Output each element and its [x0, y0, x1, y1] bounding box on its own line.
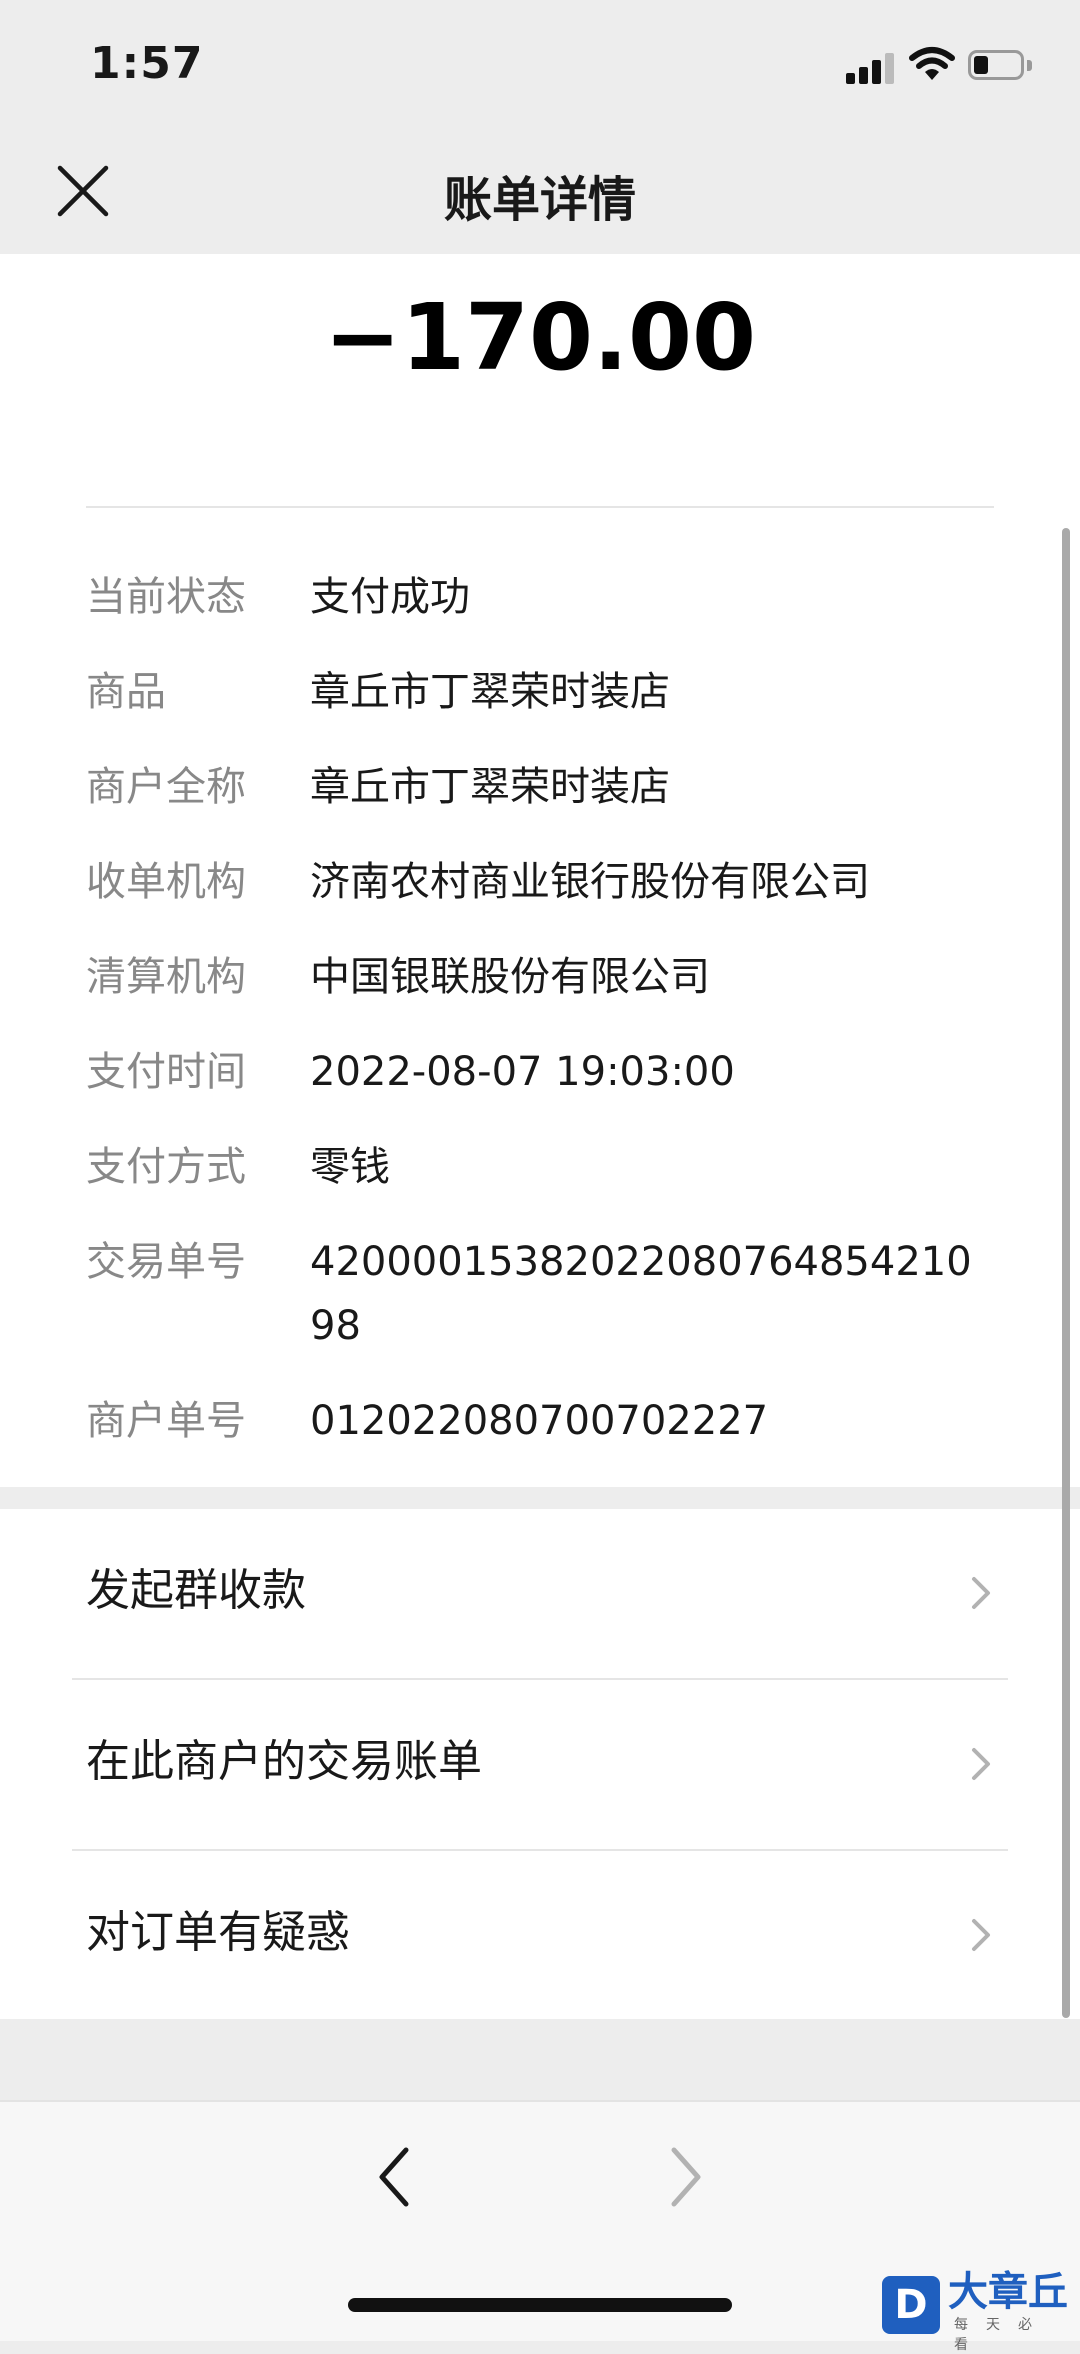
detail-row-pay-time: 支付时间 2022-08-07 19:03:00: [86, 1049, 996, 1104]
detail-value: 章丘市丁翠荣时装店: [310, 669, 670, 715]
detail-row-transaction-id: 交易单号 4200001538202208076485421098: [86, 1239, 996, 1358]
bill-amount: −170.00: [323, 284, 757, 391]
detail-label: 商户单号: [86, 1398, 246, 1444]
home-indicator[interactable]: [348, 2298, 732, 2312]
watermark-name: 大章丘: [948, 2269, 1068, 2315]
detail-row-merchant-name: 商户全称 章丘市丁翠荣时装店: [86, 764, 996, 819]
back-arrow-icon[interactable]: [364, 2142, 424, 2212]
detail-row-product: 商品 章丘市丁翠荣时装店: [86, 669, 996, 724]
action-label: 对订单有疑惑: [86, 1907, 350, 1958]
detail-value: 济南农村商业银行股份有限公司: [310, 859, 870, 905]
detail-label: 清算机构: [86, 954, 246, 1000]
watermark-logo: D: [882, 2276, 940, 2334]
detail-label: 支付方式: [86, 1144, 246, 1190]
detail-label: 商品: [86, 669, 166, 715]
forward-arrow-icon[interactable]: [656, 2142, 716, 2212]
detail-row-acquirer: 收单机构 济南农村商业银行股份有限公司: [86, 859, 996, 914]
action-list: 发起群收款 在此商户的交易账单 对订单有疑惑: [0, 1509, 1080, 2019]
detail-value: 4200001538202208076485421098: [310, 1239, 972, 1349]
detail-value: 2022-08-07 19:03:00: [310, 1049, 735, 1095]
detail-value: 012022080700702227: [310, 1398, 769, 1444]
detail-value: 章丘市丁翠荣时装店: [310, 764, 670, 810]
chevron-right-icon: [972, 1919, 990, 1951]
action-label: 在此商户的交易账单: [86, 1736, 482, 1787]
detail-label: 收单机构: [86, 859, 246, 905]
action-label: 发起群收款: [86, 1565, 306, 1616]
cellular-signal-icon: [846, 52, 898, 84]
detail-row-merchant-order-id: 商户单号 012022080700702227: [86, 1398, 996, 1453]
status-bar: 1:57: [0, 0, 1080, 130]
detail-row-pay-method: 支付方式 零钱: [86, 1144, 996, 1199]
chevron-right-icon: [972, 1748, 990, 1780]
detail-row-clearing: 清算机构 中国银联股份有限公司: [86, 954, 996, 1009]
detail-value: 支付成功: [310, 574, 470, 620]
status-time: 1:57: [90, 38, 204, 89]
detail-value: 中国银联股份有限公司: [310, 954, 710, 1000]
watermark-tagline: 每天必看: [954, 2317, 1050, 2353]
detail-list: 当前状态 支付成功 商品 章丘市丁翠荣时装店 商户全称 章丘市丁翠荣时装店 收单…: [86, 574, 996, 1493]
amount-divider: [86, 506, 994, 508]
detail-value: 零钱: [310, 1144, 390, 1190]
detail-row-status: 当前状态 支付成功: [86, 574, 996, 629]
battery-icon: [968, 50, 1036, 82]
merchant-bills-item[interactable]: 在此商户的交易账单: [0, 1680, 1080, 1848]
start-group-collection-item[interactable]: 发起群收款: [0, 1509, 1080, 1677]
page-title: 账单详情: [443, 172, 636, 228]
bill-detail-card: −170.00 当前状态 支付成功 商品 章丘市丁翠荣时装店 商户全称 章丘市丁…: [0, 254, 1080, 1487]
detail-label: 商户全称: [86, 764, 246, 810]
chevron-right-icon: [972, 1577, 990, 1609]
wifi-icon: [909, 47, 955, 80]
scrollbar[interactable]: [1062, 528, 1070, 2018]
order-question-item[interactable]: 对订单有疑惑: [0, 1851, 1080, 2019]
detail-label: 支付时间: [86, 1049, 246, 1095]
detail-label: 交易单号: [86, 1239, 246, 1285]
detail-label: 当前状态: [86, 574, 246, 620]
watermark: D 大章丘 每天必看: [880, 2268, 1080, 2353]
nav-bar: 账单详情: [0, 130, 1080, 254]
